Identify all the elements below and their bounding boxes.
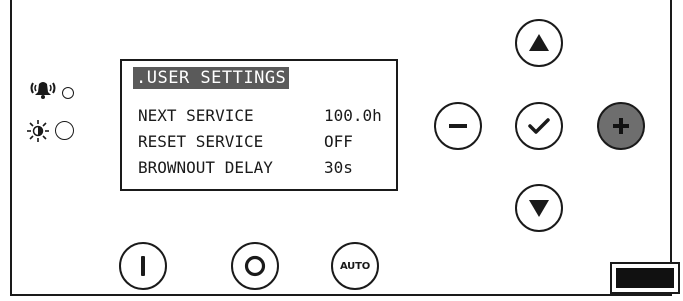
triangle-down-icon — [529, 200, 549, 217]
lcd-display: .USER SETTINGS NEXT SERVICE 100.0h RESET… — [120, 59, 398, 191]
alarm-led — [62, 87, 74, 99]
setting-value: 100.0h — [324, 106, 382, 125]
checkmark-icon — [528, 118, 550, 134]
up-button[interactable] — [515, 19, 563, 67]
status-window-fill — [616, 268, 674, 288]
setting-value: 30s — [324, 158, 353, 177]
setting-row: NEXT SERVICE 100.0h — [138, 105, 388, 127]
controller-panel: .USER SETTINGS NEXT SERVICE 100.0h RESET… — [10, 0, 680, 296]
setting-label: RESET SERVICE — [138, 132, 264, 151]
setting-label: NEXT SERVICE — [138, 106, 254, 125]
auto-label: AUTO — [339, 260, 371, 272]
alarm-bell-icon — [30, 82, 56, 99]
triangle-up-icon — [529, 34, 549, 51]
start-button[interactable] — [119, 242, 167, 290]
setting-row: RESET SERVICE OFF — [138, 131, 388, 153]
menu-title: .USER SETTINGS — [133, 67, 290, 89]
minus-icon — [449, 124, 467, 128]
stop-button[interactable] — [231, 242, 279, 290]
plus-button[interactable] — [597, 102, 645, 150]
auto-button[interactable]: AUTO — [331, 242, 379, 290]
sun-icon — [27, 120, 49, 142]
stop-icon — [244, 255, 266, 277]
setting-row: BROWNOUT DELAY 30s — [138, 157, 388, 179]
setting-value: OFF — [324, 132, 353, 151]
minus-button[interactable] — [434, 102, 482, 150]
plus-icon — [613, 118, 629, 134]
start-icon — [141, 256, 145, 276]
mains-led — [55, 121, 74, 140]
setting-label: BROWNOUT DELAY — [138, 158, 273, 177]
status-window — [610, 262, 680, 294]
down-button[interactable] — [515, 184, 563, 232]
confirm-button[interactable] — [515, 102, 563, 150]
